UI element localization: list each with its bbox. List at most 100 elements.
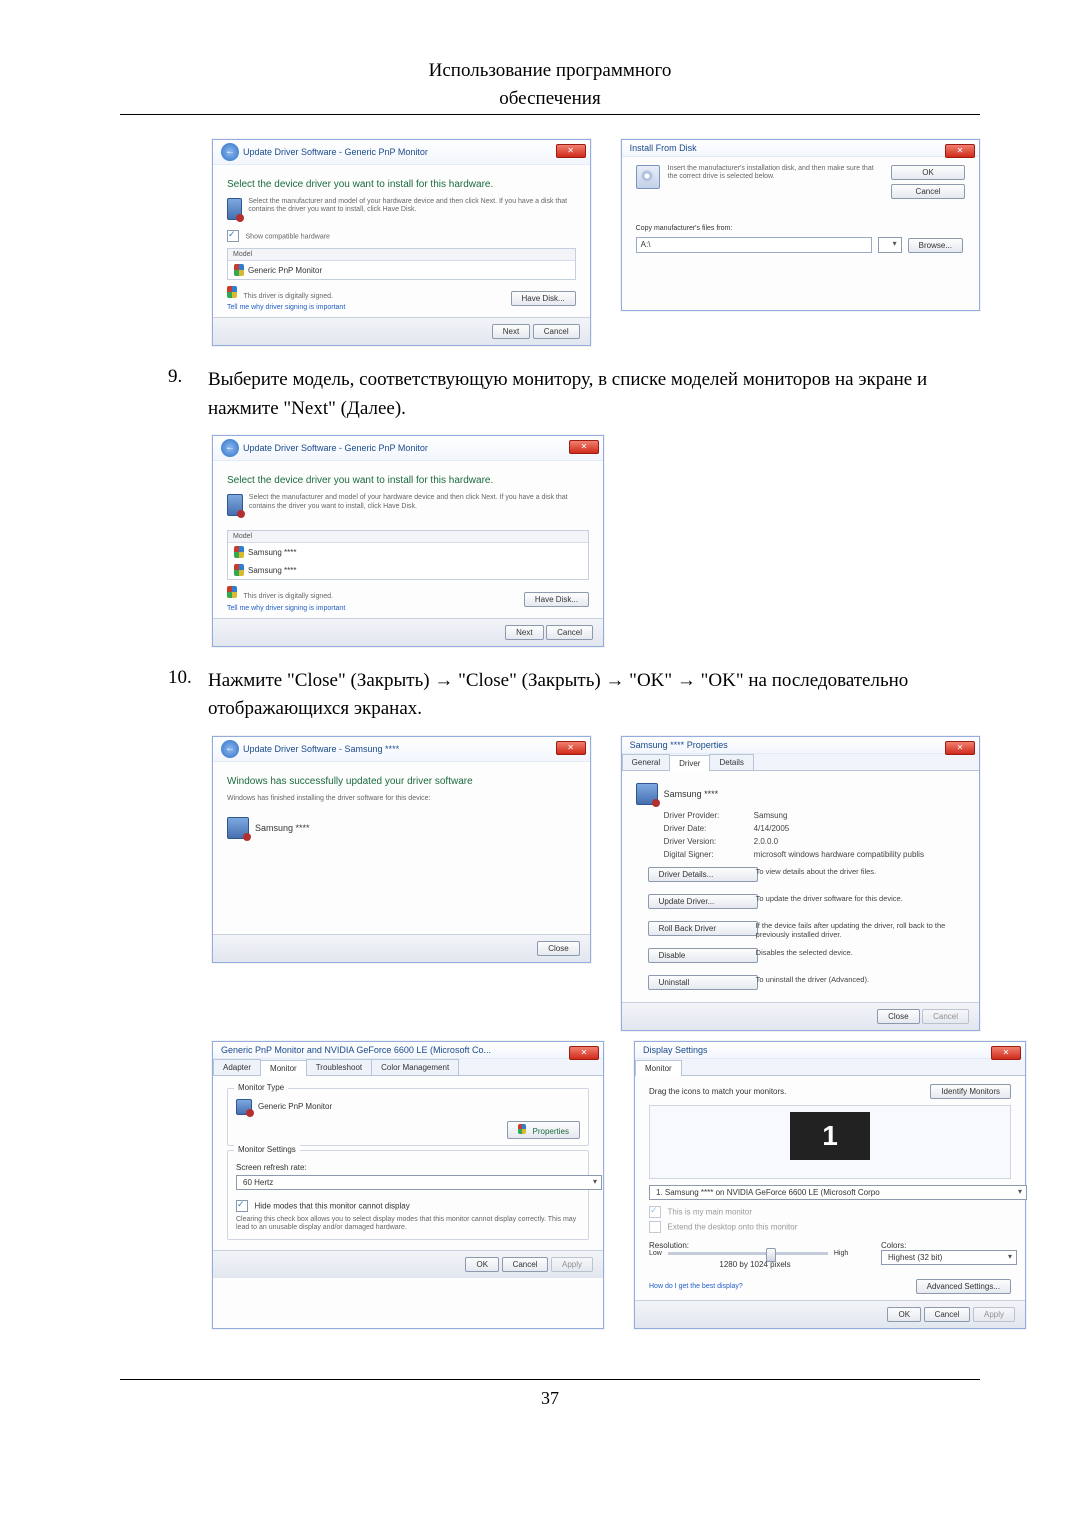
next-button[interactable]: Next (492, 324, 530, 339)
back-icon[interactable]: ← (221, 740, 239, 758)
model-name: Samsung **** (248, 548, 296, 557)
dialog-heading: Select the device driver you want to ins… (227, 475, 589, 486)
tab-troubleshoot[interactable]: Troubleshoot (306, 1059, 372, 1075)
cancel-button[interactable]: Cancel (502, 1257, 549, 1272)
colors-label: Colors: (881, 1241, 1011, 1250)
tab-details[interactable]: Details (709, 754, 753, 770)
device-icon (227, 817, 249, 839)
page-number: 37 (120, 1379, 980, 1409)
monitor-type-value: Generic PnP Monitor (258, 1102, 580, 1111)
close-icon[interactable]: ✕ (945, 144, 975, 158)
dialog-heading: Select the device driver you want to ins… (227, 179, 576, 190)
shield-icon (227, 586, 237, 598)
dialog-install-from-disk: ✕ Install From Disk Insert the manufactu… (621, 139, 980, 311)
update-driver-button[interactable]: Update Driver... (648, 894, 758, 909)
dialog-heading: Windows has successfully updated your dr… (227, 776, 576, 787)
properties-button[interactable]: Properties (507, 1121, 580, 1139)
model-row[interactable]: Samsung **** (228, 561, 588, 579)
why-signing-link[interactable]: Tell me why driver signing is important (227, 304, 345, 311)
rollback-driver-button[interactable]: Roll Back Driver (648, 921, 758, 936)
disable-desc: Disables the selected device. (756, 948, 965, 969)
copy-from-label: Copy manufacturer's files from: (636, 225, 965, 233)
version-label: Driver Version: (664, 837, 754, 846)
monitor-icon (236, 1099, 252, 1115)
dialog-display-settings: ✕ Display Settings Monitor Drag the icon… (634, 1041, 1026, 1329)
shield-icon (518, 1124, 526, 1134)
slider-low-label: Low (649, 1250, 662, 1257)
tab-general[interactable]: General (622, 754, 670, 770)
tab-monitor[interactable]: Monitor (635, 1060, 682, 1076)
close-icon[interactable]: ✕ (945, 741, 975, 755)
dialog-title: Generic PnP Monitor and NVIDIA GeForce 6… (221, 1045, 491, 1055)
cancel-button[interactable]: Cancel (533, 324, 580, 339)
cancel-button[interactable]: Cancel (924, 1307, 971, 1322)
back-icon[interactable]: ← (221, 439, 239, 457)
path-input[interactable]: A:\ (636, 237, 872, 253)
monitor-settings-title: Monitor Settings (234, 1145, 300, 1154)
dialog-monitor-properties: ✕ Samsung **** Properties General Driver… (621, 736, 980, 1031)
next-button[interactable]: Next (505, 625, 543, 640)
signed-text: This driver is digitally signed. (244, 293, 333, 300)
header-line2: обеспечения (120, 88, 980, 110)
ok-button[interactable]: OK (465, 1257, 499, 1272)
device-icon (636, 783, 658, 805)
ok-button[interactable]: OK (891, 165, 965, 180)
step-number: 10. (168, 667, 208, 724)
uninstall-button[interactable]: Uninstall (648, 975, 758, 990)
tab-driver[interactable]: Driver (669, 755, 710, 771)
show-compatible-checkbox[interactable] (227, 230, 239, 242)
uninstall-desc: To uninstall the driver (Advanced). (756, 975, 965, 996)
refresh-rate-select[interactable]: 60 Hertz (236, 1175, 602, 1190)
date-value: 4/14/2005 (754, 824, 965, 833)
close-icon[interactable]: ✕ (556, 741, 586, 755)
shield-icon (227, 286, 237, 298)
header-line1: Использование программного (120, 60, 980, 82)
rollback-driver-desc: If the device fails after updating the d… (756, 921, 965, 942)
close-icon[interactable]: ✕ (569, 440, 599, 454)
close-icon[interactable]: ✕ (556, 144, 586, 158)
tab-monitor[interactable]: Monitor (260, 1060, 307, 1076)
device-icon (227, 494, 243, 516)
close-button[interactable]: Close (537, 941, 579, 956)
model-name: Generic PnP Monitor (248, 266, 322, 275)
model-row[interactable]: Generic PnP Monitor (228, 261, 575, 279)
signer-label: Digital Signer: (664, 850, 754, 859)
step-text: Выберите модель, соответствующую монитор… (208, 366, 980, 423)
hide-modes-checkbox[interactable] (236, 1200, 248, 1212)
tab-adapter[interactable]: Adapter (213, 1059, 261, 1075)
close-icon[interactable]: ✕ (569, 1046, 599, 1060)
signed-text: This driver is digitally signed. (244, 593, 333, 600)
device-name: Samsung **** (255, 823, 310, 833)
advanced-settings-button[interactable]: Advanced Settings... (916, 1279, 1011, 1294)
monitor-icon-1[interactable]: 1 (790, 1112, 870, 1160)
close-button[interactable]: Close (877, 1009, 919, 1024)
ok-button[interactable]: OK (887, 1307, 921, 1322)
main-monitor-label: This is my main monitor (668, 1207, 752, 1216)
model-name: Samsung **** (248, 566, 296, 575)
cancel-button[interactable]: Cancel (891, 184, 965, 199)
back-icon[interactable]: ← (221, 143, 239, 161)
dialog-title: Install From Disk (630, 143, 697, 153)
best-display-link[interactable]: How do I get the best display? (649, 1283, 743, 1290)
resolution-slider[interactable] (668, 1252, 828, 1255)
driver-details-button[interactable]: Driver Details... (648, 867, 758, 882)
disable-button[interactable]: Disable (648, 948, 758, 963)
identify-monitors-button[interactable]: Identify Monitors (930, 1084, 1011, 1099)
why-signing-link[interactable]: Tell me why driver signing is important (227, 605, 345, 612)
tab-color-management[interactable]: Color Management (371, 1059, 459, 1075)
monitor-select[interactable]: 1. Samsung **** on NVIDIA GeForce 6600 L… (649, 1185, 1027, 1200)
colors-select[interactable]: Highest (32 bit) (881, 1250, 1017, 1265)
driver-details-desc: To view details about the driver files. (756, 867, 965, 888)
cancel-button[interactable]: Cancel (546, 625, 593, 640)
close-icon[interactable]: ✕ (991, 1046, 1021, 1060)
have-disk-button[interactable]: Have Disk... (511, 291, 576, 306)
dialog-title: Display Settings (643, 1045, 708, 1055)
dialog-description: Select the manufacturer and model of you… (248, 198, 575, 220)
dialog-title: Update Driver Software - Samsung **** (243, 744, 399, 754)
version-value: 2.0.0.0 (754, 837, 965, 846)
dialog-title: Update Driver Software - Generic PnP Mon… (243, 147, 428, 157)
path-dropdown[interactable] (878, 237, 902, 253)
have-disk-button[interactable]: Have Disk... (524, 592, 589, 607)
browse-button[interactable]: Browse... (908, 238, 963, 253)
model-row[interactable]: Samsung **** (228, 543, 588, 561)
